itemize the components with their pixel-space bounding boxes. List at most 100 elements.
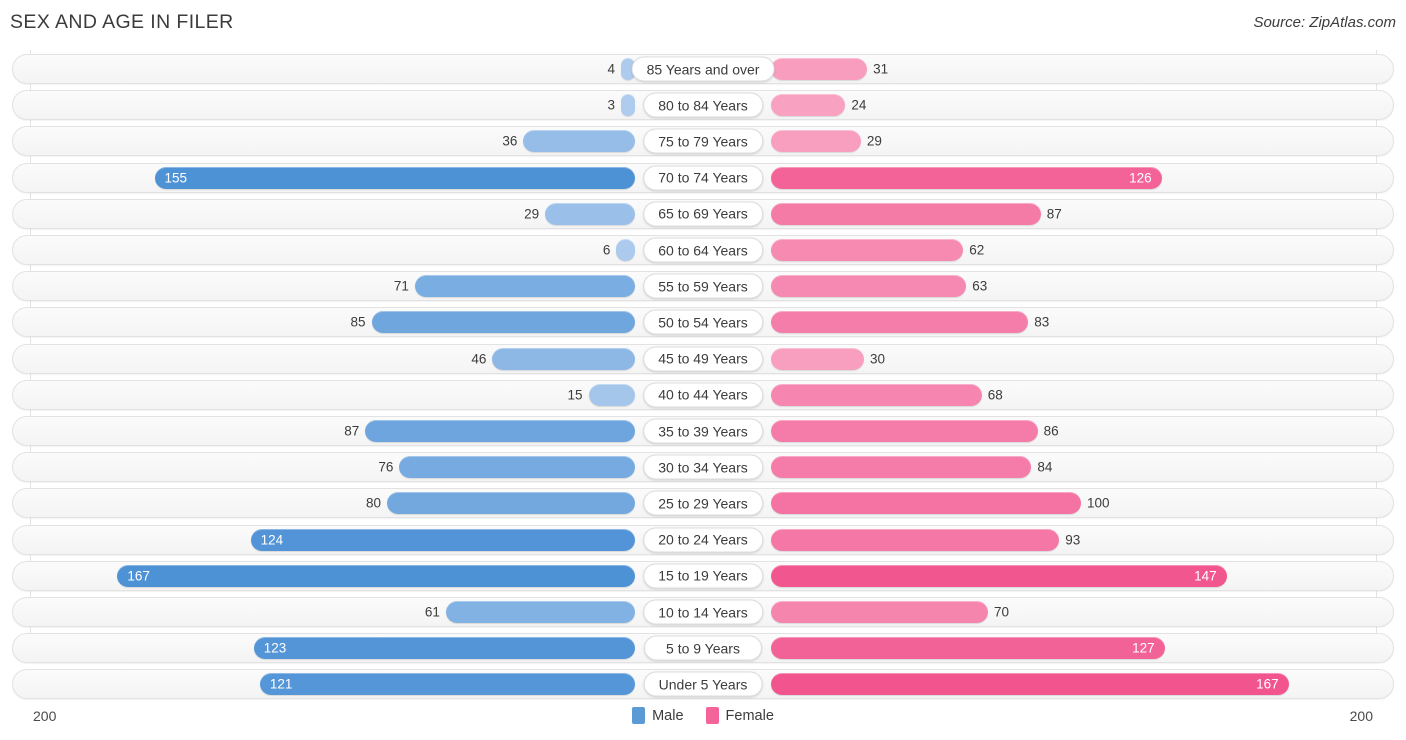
bar-female[interactable]: 167 <box>771 673 1289 696</box>
bar-female[interactable]: 30 <box>771 347 885 370</box>
age-group-label[interactable]: 45 to 49 Years <box>643 346 763 372</box>
bar-value-male: 87 <box>344 423 360 439</box>
bar-male[interactable]: 121 <box>259 673 635 696</box>
bar-male[interactable]: 87 <box>344 420 635 442</box>
bar-male[interactable]: 155 <box>154 166 635 189</box>
bar-female[interactable]: 100 <box>771 492 1110 515</box>
bar-value-male: 155 <box>164 170 188 186</box>
age-group-label[interactable]: 70 to 74 Years <box>643 165 763 191</box>
bar-male[interactable]: 85 <box>350 311 635 334</box>
age-group-label[interactable]: 85 Years and over <box>631 56 775 82</box>
bar-value-male: 80 <box>365 495 381 511</box>
chart-row[interactable]: 71 63 55 to 59 Years <box>12 271 1394 302</box>
bar-male[interactable]: 76 <box>378 456 635 479</box>
chart-row[interactable]: 15 68 40 to 44 Years <box>12 379 1394 410</box>
chart-row[interactable]: 76 84 30 to 34 Years <box>12 452 1394 483</box>
chart-row[interactable]: 36 29 75 to 79 Years <box>12 126 1394 157</box>
bar-value-female: 70 <box>994 604 1010 620</box>
bar-value-male: 46 <box>471 351 487 367</box>
bar-male[interactable]: 167 <box>117 564 635 587</box>
bar-value-female: 63 <box>972 278 988 294</box>
bar-male[interactable]: 123 <box>253 637 635 660</box>
bar-female[interactable]: 62 <box>771 239 984 261</box>
bar-value-female: 147 <box>1194 568 1217 584</box>
age-group-label[interactable]: 25 to 29 Years <box>643 490 763 516</box>
bar-male[interactable]: 61 <box>425 601 635 623</box>
bar-value-male: 15 <box>567 387 583 403</box>
age-group-label[interactable]: 75 to 79 Years <box>643 128 763 154</box>
bar-value-male: 61 <box>424 604 440 620</box>
bar-male[interactable]: 3 <box>607 94 635 117</box>
bar-male[interactable]: 46 <box>471 347 635 370</box>
chart-row[interactable]: 61 70 10 to 14 Years <box>12 597 1394 627</box>
bar-male[interactable]: 124 <box>250 528 635 551</box>
pyramid-chart-plot: 4 31 85 Years and over 3 24 80 to 84 Years 36 2… <box>0 50 1406 702</box>
bar-male[interactable]: 15 <box>567 383 635 406</box>
chart-row[interactable]: 80 100 25 to 29 Years <box>12 488 1394 519</box>
bar-female[interactable]: 147 <box>771 564 1227 587</box>
bar-female[interactable]: 127 <box>771 637 1165 660</box>
age-group-label[interactable]: 5 to 9 Years <box>644 635 762 661</box>
age-group-label[interactable]: 65 to 69 Years <box>643 201 763 227</box>
chart-row[interactable]: 121 167 Under 5 Years <box>12 669 1394 700</box>
chart-row[interactable]: 87 86 35 to 39 Years <box>12 416 1394 446</box>
bar-value-male: 29 <box>524 206 540 222</box>
bar-female[interactable]: 83 <box>771 311 1049 334</box>
bar-value-female: 83 <box>1034 314 1050 330</box>
bar-male[interactable]: 36 <box>502 130 635 153</box>
bar-female[interactable]: 29 <box>771 130 882 153</box>
bar-female[interactable]: 87 <box>771 202 1062 225</box>
legend: Male Female <box>0 707 1406 724</box>
bar-female[interactable]: 93 <box>771 528 1080 551</box>
age-group-label[interactable]: 35 to 39 Years <box>643 418 763 444</box>
bar-female[interactable]: 31 <box>771 58 888 80</box>
legend-item-female[interactable]: Female <box>705 707 774 724</box>
bar-value-female: 93 <box>1065 532 1081 548</box>
chart-row[interactable]: 3 24 80 to 84 Years <box>12 90 1394 121</box>
age-group-label[interactable]: 10 to 14 Years <box>643 599 763 625</box>
age-group-label[interactable]: 20 to 24 Years <box>643 527 763 553</box>
age-group-label[interactable]: 80 to 84 Years <box>643 92 763 118</box>
age-group-label[interactable]: 55 to 59 Years <box>643 273 763 299</box>
bar-female[interactable]: 24 <box>771 94 866 117</box>
bar-female[interactable]: 63 <box>771 275 987 298</box>
bar-female[interactable]: 84 <box>771 456 1052 479</box>
chart-row[interactable]: 124 93 20 to 24 Years <box>12 524 1394 555</box>
bar-male[interactable]: 80 <box>366 492 635 515</box>
chart-row[interactable]: 155 126 70 to 74 Years <box>12 162 1394 193</box>
age-group-label[interactable]: 30 to 34 Years <box>643 454 763 480</box>
age-group-label[interactable]: 50 to 54 Years <box>643 309 763 335</box>
bar-value-female: 62 <box>969 242 985 258</box>
bar-male[interactable]: 29 <box>524 202 635 225</box>
age-group-label[interactable]: 15 to 19 Years <box>643 563 763 589</box>
bar-value-male: 76 <box>378 459 394 475</box>
bar-female[interactable]: 86 <box>771 420 1059 442</box>
legend-label-male: Male <box>652 707 684 724</box>
bar-female[interactable]: 126 <box>771 166 1162 189</box>
bar-value-female: 126 <box>1129 170 1152 186</box>
bar-male[interactable]: 71 <box>394 275 635 298</box>
chart-row[interactable]: 123 127 5 to 9 Years <box>12 633 1394 664</box>
age-group-label[interactable]: 40 to 44 Years <box>643 382 763 408</box>
bar-value-male: 71 <box>393 278 409 294</box>
legend-swatch-male <box>632 707 646 724</box>
age-group-label[interactable]: 60 to 64 Years <box>643 237 763 263</box>
chart-row[interactable]: 167 147 15 to 19 Years <box>12 560 1394 591</box>
bar-female[interactable]: 68 <box>771 383 1003 406</box>
chart-row[interactable]: 46 30 45 to 49 Years <box>12 343 1394 374</box>
bar-value-female: 86 <box>1043 423 1059 439</box>
bar-value-female: 24 <box>851 97 867 113</box>
bar-value-female: 100 <box>1087 495 1110 511</box>
bar-male[interactable]: 6 <box>603 239 635 261</box>
bar-value-male: 167 <box>127 568 150 584</box>
bar-female[interactable]: 70 <box>771 601 1009 623</box>
bar-value-female: 87 <box>1046 206 1062 222</box>
chart-row[interactable]: 6 62 60 to 64 Years <box>12 235 1394 265</box>
chart-footer: 200 200 Male Female <box>0 700 1406 740</box>
bar-value-male: 121 <box>269 676 293 692</box>
chart-row[interactable]: 4 31 85 Years and over <box>12 54 1394 84</box>
chart-row[interactable]: 85 83 50 to 54 Years <box>12 307 1394 338</box>
age-group-label[interactable]: Under 5 Years <box>643 671 763 697</box>
legend-item-male[interactable]: Male <box>632 707 684 724</box>
chart-row[interactable]: 29 87 65 to 69 Years <box>12 198 1394 229</box>
